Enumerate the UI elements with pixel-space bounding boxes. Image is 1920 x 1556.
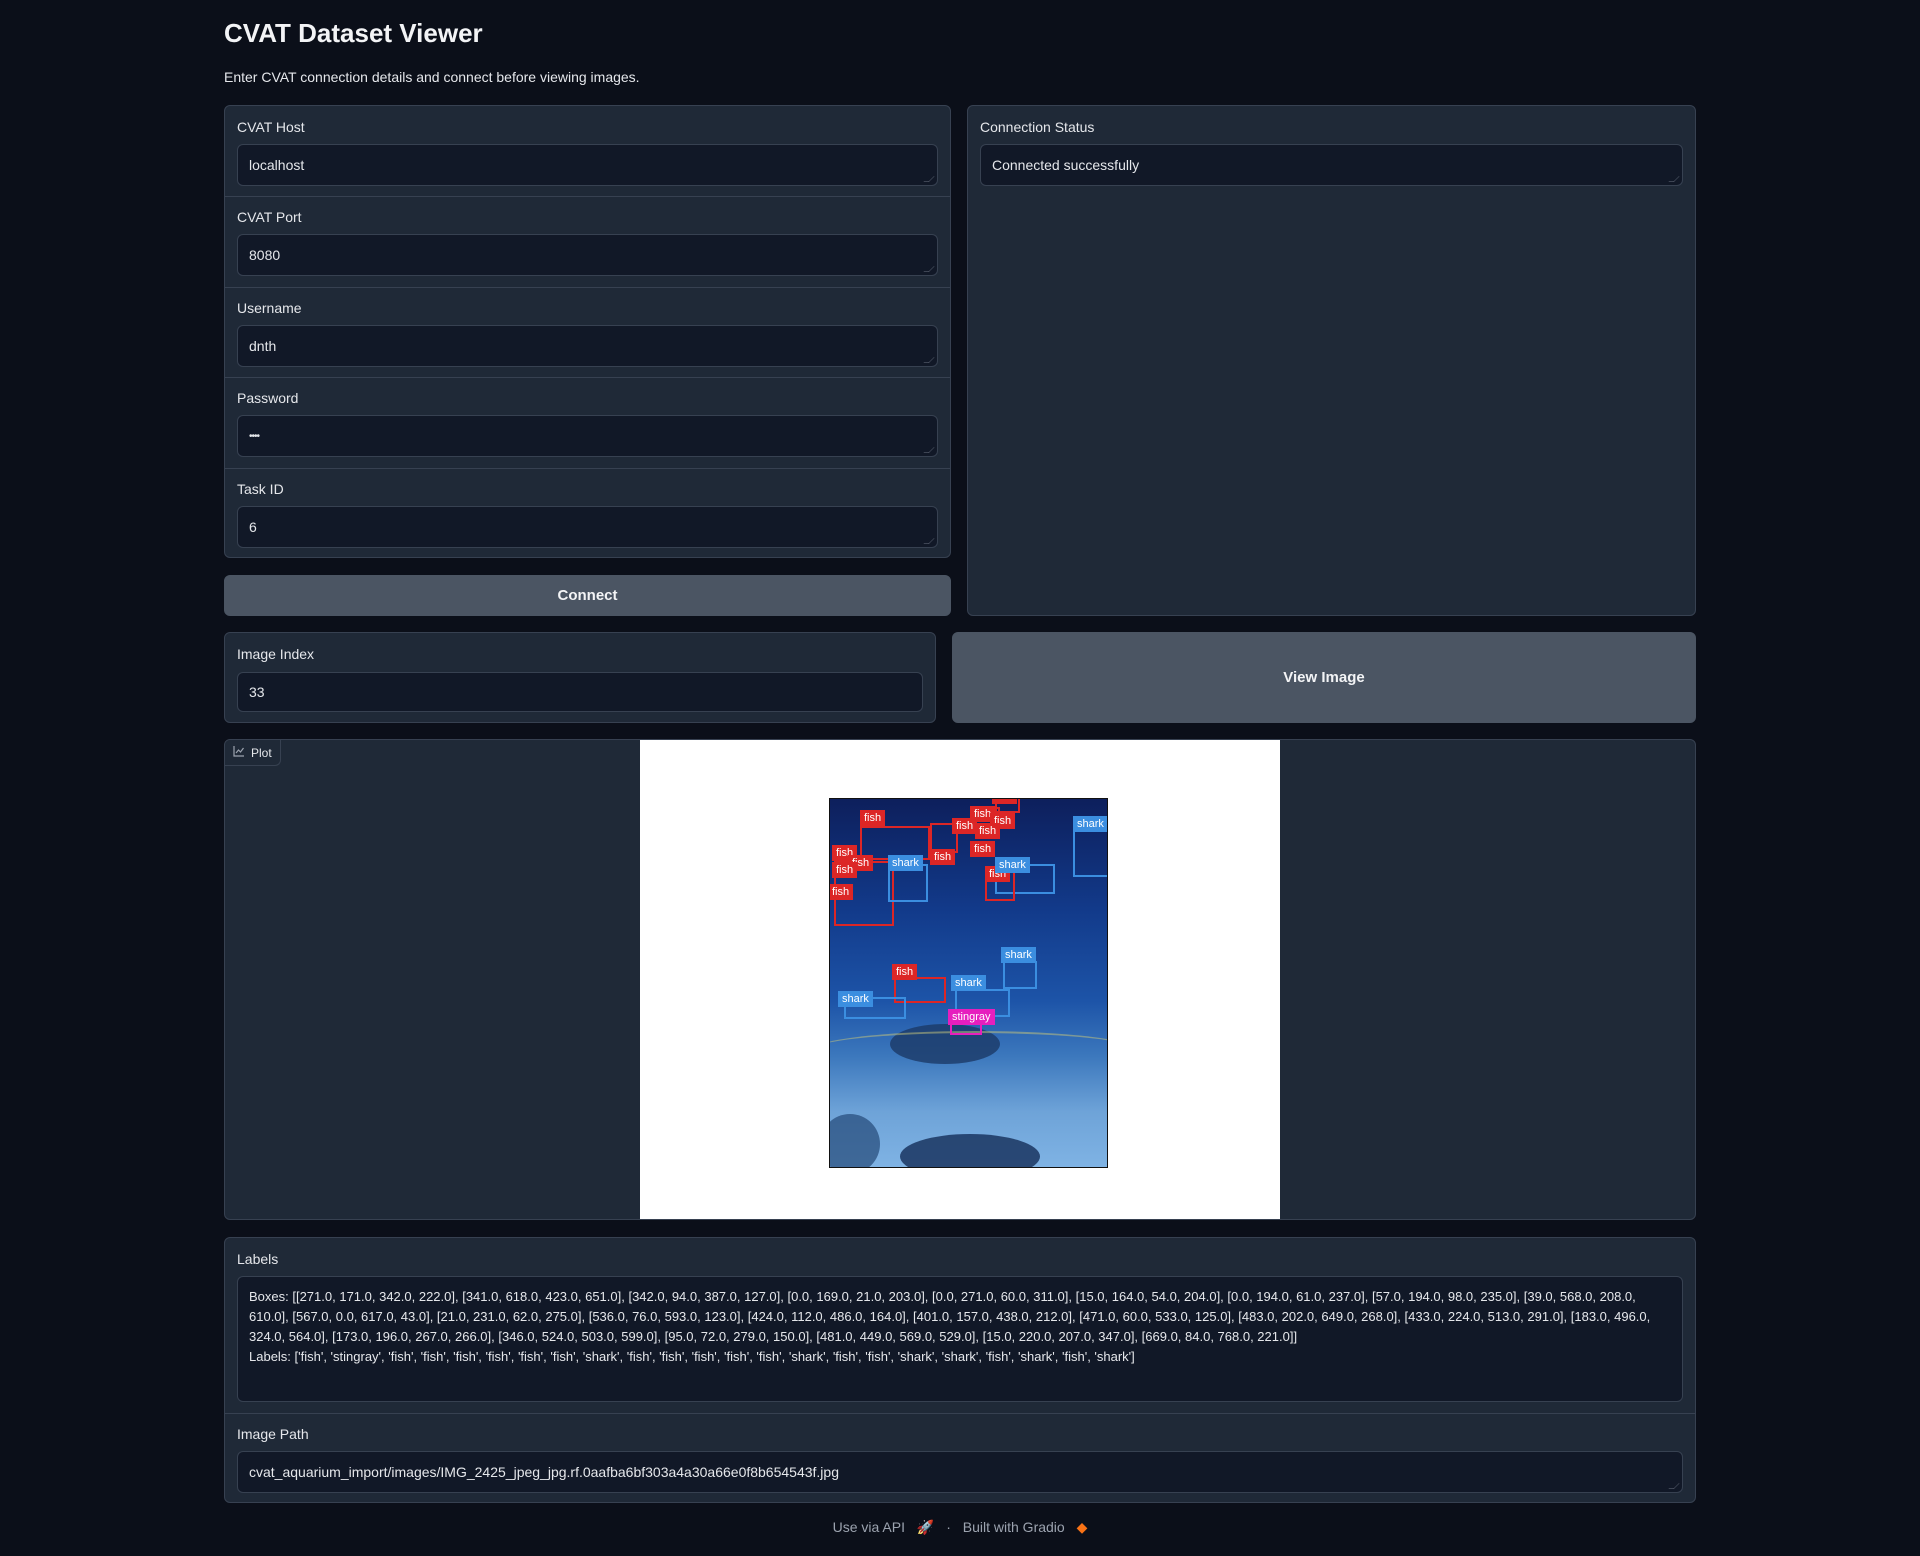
bbox-label-shark: shark [888,855,923,871]
rock-shape [830,1114,880,1167]
image-index-input[interactable]: 33 [237,672,923,712]
status-output[interactable]: Connected successfully [980,144,1683,186]
host-label: CVAT Host [237,119,305,135]
built-with-gradio-link[interactable]: Built with Gradio [963,1519,1065,1535]
labels-output[interactable]: Boxes: [[271.0, 171.0, 342.0, 222.0], [3… [237,1276,1683,1402]
username-label: Username [237,300,302,316]
bbox-label-shark: shark [838,991,873,1007]
bbox-label-shark: shark [951,975,986,991]
bbox-label-shark: shark [1073,816,1107,832]
resize-handle-icon[interactable] [923,357,935,363]
divider [225,196,950,197]
bbox-label-fish: fish [930,849,956,865]
bbox-shark [1073,829,1107,877]
bbox-label-stingray: stingray [948,1009,995,1025]
image-index-value: 33 [249,684,265,700]
resize-handle-icon[interactable] [923,447,935,453]
chart-icon [233,745,245,760]
image-index-panel: Image Index 33 [224,632,936,723]
username-value: dnth [249,338,277,354]
port-label: CVAT Port [237,209,302,225]
password-input[interactable]: •••• [237,415,938,457]
sand-edge [830,1031,1107,1071]
bbox-shark [1003,961,1037,989]
resize-handle-icon[interactable] [923,538,935,544]
gradio-logo-icon: ◆ [1076,1519,1088,1535]
status-value: Connected successfully [992,157,1140,173]
image-index-label: Image Index [237,646,315,662]
page-subtitle: Enter CVAT connection details and connec… [224,69,640,85]
host-input[interactable]: localhost [237,144,938,186]
bbox-label-fish: fish [832,862,858,878]
username-input[interactable]: dnth [237,325,938,367]
bbox-label-fish: fish [975,823,1001,839]
bbox-label-fish: fish [992,799,1018,804]
image-path-output[interactable]: cvat_aquarium_import/images/IMG_2425_jpe… [237,1451,1683,1493]
resize-handle-icon[interactable] [1668,1483,1680,1489]
labels-label: Labels [237,1251,279,1267]
bbox-label-fish: fish [860,810,886,826]
password-value: •••• [249,430,260,442]
port-value: 8080 [249,247,281,263]
annotated-image: fish fish fish fish fish fish fish fish … [829,798,1108,1168]
divider [225,287,950,288]
resize-handle-icon[interactable] [1668,176,1680,182]
plot-tag-label: Plot [251,745,272,760]
image-path-label: Image Path [237,1426,309,1442]
connection-form-panel: CVAT Host localhost CVAT Port 8080 Usern… [224,105,951,558]
task-id-label: Task ID [237,481,284,497]
bbox-label-fish: fish [830,884,854,900]
bbox-label-fish: fish [970,841,996,857]
footer-separator: · [946,1519,951,1535]
resize-handle-icon[interactable] [923,176,935,182]
rocket-icon: 🚀 [916,1519,935,1535]
status-label: Connection Status [980,119,1095,135]
connection-status-panel: Connection Status Connected successfully [967,105,1696,616]
plot-figure: fish fish fish fish fish fish fish fish … [640,740,1280,1219]
bbox-label-shark: shark [1001,947,1036,963]
plot-tag: Plot [225,740,281,766]
bbox-label-shark: shark [995,857,1030,873]
rock-shape [900,1134,1040,1167]
host-value: localhost [249,157,305,173]
use-via-api-link[interactable]: Use via API [833,1519,905,1535]
view-image-button[interactable]: View Image [952,632,1696,723]
task-id-value: 6 [249,519,257,535]
password-label: Password [237,390,299,406]
image-path-value: cvat_aquarium_import/images/IMG_2425_jpe… [249,1464,839,1480]
page-title: CVAT Dataset Viewer [224,18,483,48]
divider [225,468,950,469]
plot-panel: Plot fish fish fish fish fish fish fish … [224,739,1696,1220]
connect-button[interactable]: Connect [224,575,951,616]
divider [225,1413,1695,1414]
footer: Use via API 🚀 · Built with Gradio ◆ [0,1519,1920,1536]
labels-panel: Labels Boxes: [[271.0, 171.0, 342.0, 222… [224,1237,1696,1503]
port-input[interactable]: 8080 [237,234,938,276]
task-id-input[interactable]: 6 [237,506,938,548]
resize-handle-icon[interactable] [923,266,935,272]
bbox-label-fish: fish [892,964,918,980]
divider [225,377,950,378]
